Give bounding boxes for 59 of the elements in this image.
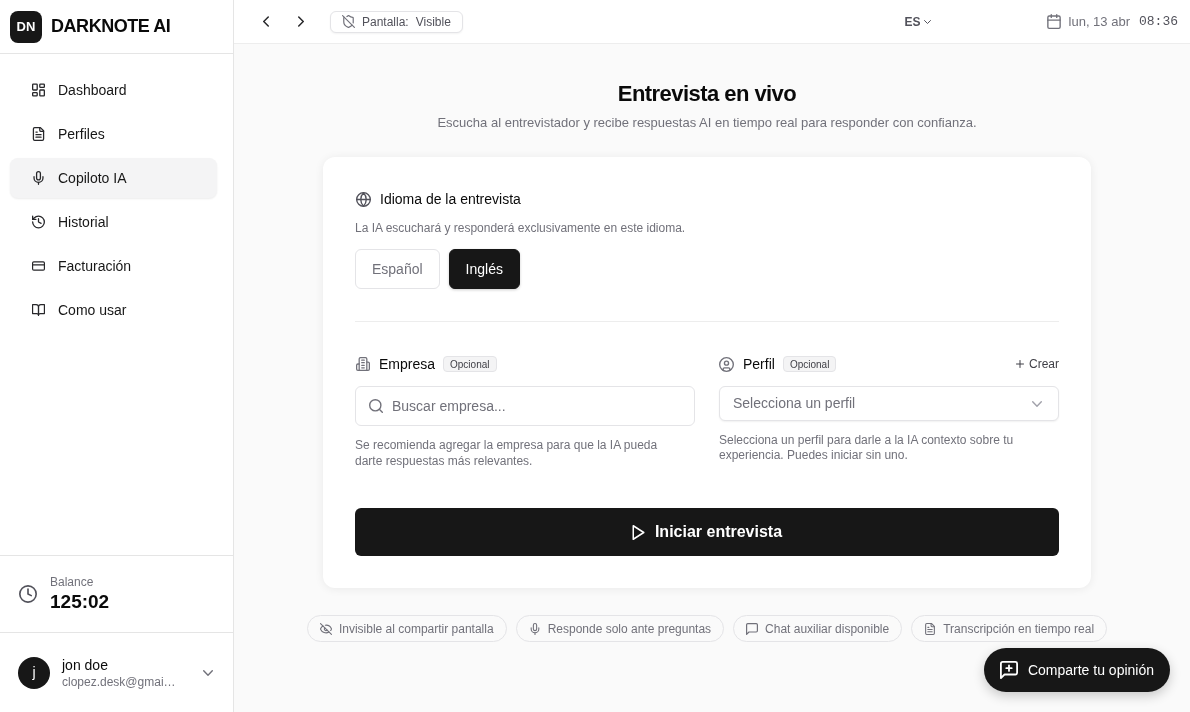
user-circle-icon xyxy=(719,356,734,372)
chat-bubble-icon xyxy=(746,622,759,635)
document-icon xyxy=(32,127,45,141)
page-subtitle: Escucha al entrevistador y recibe respuestas AI en tiempo real para responder con confianza. xyxy=(437,114,977,132)
calendar-icon xyxy=(1046,14,1061,29)
optional-tag: Opcional xyxy=(782,356,837,372)
feedback-button[interactable]: Comparte tu opinión xyxy=(983,648,1170,692)
microphone-icon xyxy=(528,622,541,635)
chevron-down-icon[interactable] xyxy=(203,669,213,676)
sidebar-item[interactable]: Dashboard xyxy=(10,70,217,110)
play-icon xyxy=(631,524,645,540)
user-email: clopez.desk@gmai… xyxy=(62,673,177,690)
language-option[interactable]: Inglés xyxy=(448,249,520,289)
shield-slash-icon xyxy=(342,15,355,28)
sidebar-item[interactable]: Facturación xyxy=(10,246,217,286)
chevron-right-icon xyxy=(298,16,304,27)
clock-time: 08:36 xyxy=(1139,12,1178,31)
history-icon xyxy=(32,215,45,229)
section-hint: La IA escuchará y responderá exclusivamente en este idioma. xyxy=(355,220,687,236)
sidebar-item[interactable]: Copiloto IA xyxy=(10,158,217,198)
sidebar-item[interactable]: Historial xyxy=(10,202,217,242)
company-help-text: Se recomienda agregar la empresa para que la IA pueda darte respuestas más relevantes. xyxy=(355,437,659,469)
start-interview-button[interactable]: Iniciar entrevista xyxy=(355,508,1059,556)
app-logo: DN xyxy=(10,10,42,43)
sidebar-item[interactable]: Como usar xyxy=(10,290,217,330)
date-text: lun, 13 abr xyxy=(1068,12,1130,31)
clock-icon xyxy=(19,585,37,603)
microphone-icon xyxy=(32,171,45,185)
balance-value: 125:02 xyxy=(50,590,110,614)
chevron-down-icon xyxy=(923,19,931,24)
company-search-field[interactable]: Buscar empresa... xyxy=(355,386,695,426)
user-avatar: j xyxy=(18,656,50,689)
optional-tag: Opcional xyxy=(443,356,497,372)
balance-label: Balance xyxy=(50,574,95,590)
company-label: Empresa xyxy=(379,354,436,374)
plus-icon xyxy=(1016,360,1024,368)
screen-visibility-button[interactable]: Pantalla: Visible xyxy=(330,10,463,33)
eye-slash-icon xyxy=(319,622,332,635)
chat-plus-icon xyxy=(999,661,1018,679)
search-icon xyxy=(369,399,383,413)
profile-help-text: Selecciona un perfil para darle a la IA contexto sobre tu experiencia. Puedes iniciar sin uno. xyxy=(719,433,1015,463)
building-icon xyxy=(356,357,370,371)
dashboard-grid-icon xyxy=(32,83,45,97)
document-icon xyxy=(924,622,937,635)
profile-label: Perfil xyxy=(743,354,775,374)
chevron-down-icon xyxy=(1032,400,1042,407)
create-profile-button[interactable]: Crear xyxy=(1016,355,1059,373)
language-dropdown[interactable]: ES xyxy=(904,12,931,31)
sidebar-item[interactable]: Perfiles xyxy=(10,114,217,154)
language-option[interactable]: Español xyxy=(355,249,440,289)
chevron-left-icon xyxy=(263,16,269,27)
credit-card-icon xyxy=(32,259,45,273)
section-title: Idioma de la entrevista xyxy=(380,189,521,209)
book-icon xyxy=(32,303,45,317)
globe-icon xyxy=(356,191,371,207)
profile-select[interactable]: Selecciona un perfil xyxy=(719,386,1059,421)
page-title: Entrevista en vivo xyxy=(617,80,797,108)
user-name: jon doe xyxy=(62,655,109,674)
app-name: DARKNOTE AI xyxy=(51,15,171,38)
